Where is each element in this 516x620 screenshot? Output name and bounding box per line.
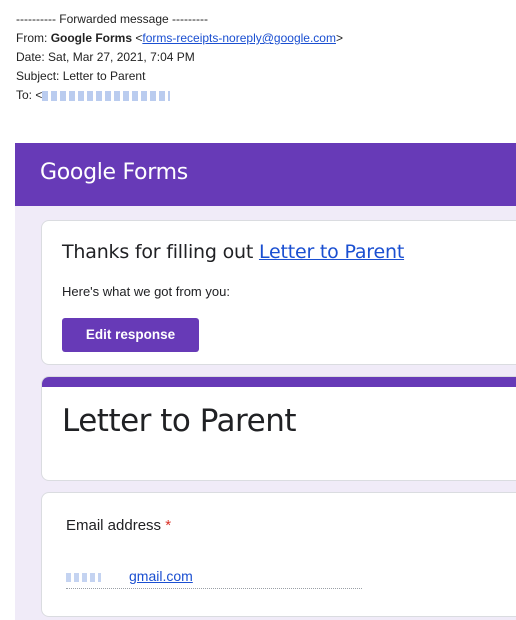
from-name: Google Forms xyxy=(50,31,133,45)
logo-google-word: Google xyxy=(40,160,116,185)
got-text: Here's what we got from you: xyxy=(62,284,230,299)
form-title: Letter to Parent xyxy=(62,403,297,439)
redacted-recipient xyxy=(42,90,171,101)
form-link[interactable]: Letter to Parent xyxy=(259,241,404,263)
subject-line: Subject: Letter to Parent xyxy=(16,69,146,83)
required-asterisk: * xyxy=(165,517,172,534)
from-label: From: xyxy=(16,31,48,45)
email-answer[interactable]: gmail.com xyxy=(66,568,362,589)
thanks-prefix: Thanks for filling out xyxy=(62,241,254,263)
google-forms-logo[interactable]: Google Forms xyxy=(40,160,188,185)
question-label: Email address * xyxy=(66,517,171,534)
to-label: To: < xyxy=(16,88,43,102)
thanks-card: Thanks for filling out Letter to Parent … xyxy=(41,220,516,365)
forwarded-separator: ---------- Forwarded message --------- xyxy=(16,12,208,26)
question-text: Email address xyxy=(66,517,162,534)
forwarded-header: ---------- Forwarded message --------- F… xyxy=(16,10,343,105)
to-line: To: < xyxy=(16,86,343,105)
date-line: Date: Sat, Mar 27, 2021, 7:04 PM xyxy=(16,50,195,64)
from-email-link[interactable]: forms-receipts-noreply@google.com xyxy=(142,31,336,45)
email-question-card: Email address * gmail.com xyxy=(41,492,516,617)
from-line: From: Google Forms <forms-receipts-norep… xyxy=(16,31,343,45)
logo-forms-word: Forms xyxy=(122,160,188,185)
edit-response-button[interactable]: Edit response xyxy=(62,318,199,352)
forms-header: Google Forms xyxy=(15,143,516,206)
form-title-card: Letter to Parent xyxy=(41,376,516,481)
email-domain: gmail.com xyxy=(129,568,193,584)
title-card-accent-bar xyxy=(42,377,516,387)
redacted-email-user xyxy=(66,572,101,582)
thanks-heading: Thanks for filling out Letter to Parent xyxy=(62,241,404,263)
